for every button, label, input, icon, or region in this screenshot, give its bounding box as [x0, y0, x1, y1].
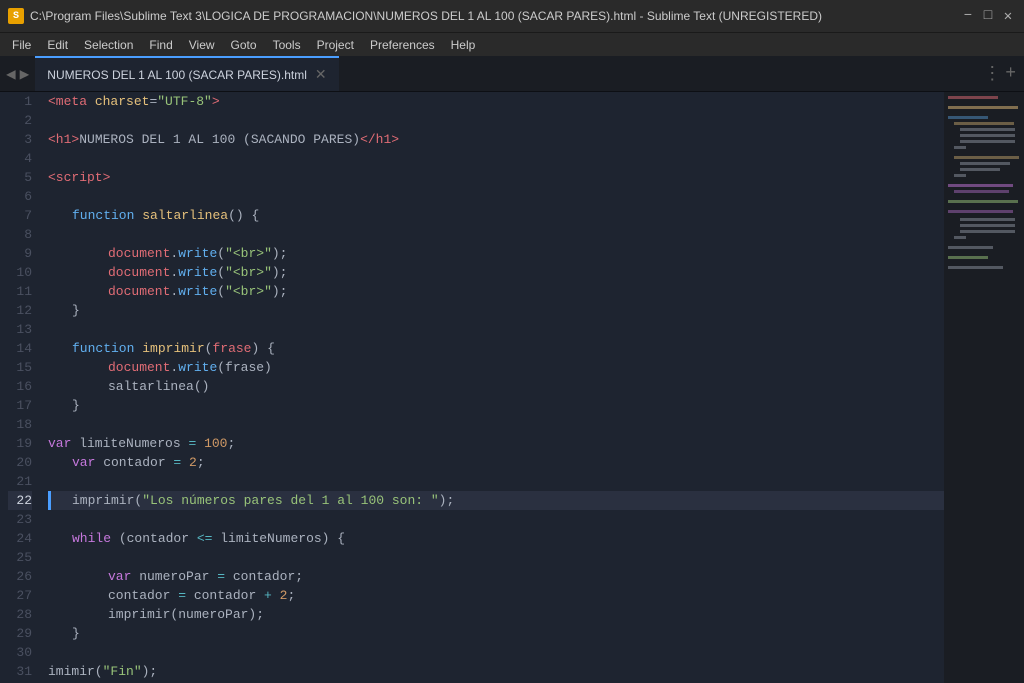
titlebar-controls: − □ ✕	[960, 8, 1016, 24]
line-num-4: 4	[8, 149, 32, 168]
code-line-14: function imprimir(frase) {	[48, 339, 944, 358]
code-line-23	[48, 510, 944, 529]
code-line-6	[48, 187, 944, 206]
close-button[interactable]: ✕	[1000, 8, 1016, 24]
line-num-3: 3	[8, 130, 32, 149]
tab-nav-forward[interactable]: ▶	[18, 64, 32, 84]
line-num-26: 26	[8, 567, 32, 586]
line-num-7: 7	[8, 206, 32, 225]
tab-options-button[interactable]: +	[1005, 64, 1016, 84]
code-line-3: <h1>NUMEROS DEL 1 AL 100 (SACANDO PARES)…	[48, 130, 944, 149]
code-line-8	[48, 225, 944, 244]
main-content: 1 2 3 4 5 6 7 8 9 10 11 12 13 14 15 16 1…	[0, 92, 1024, 683]
active-tab[interactable]: NUMEROS DEL 1 AL 100 (SACAR PARES).html …	[35, 56, 338, 91]
line-num-13: 13	[8, 320, 32, 339]
line-num-2: 2	[8, 111, 32, 130]
code-line-2	[48, 111, 944, 130]
line-num-16: 16	[8, 377, 32, 396]
line-num-15: 15	[8, 358, 32, 377]
code-line-9: document.write("<br>");	[48, 244, 944, 263]
code-line-29: }	[48, 624, 944, 643]
line-num-17: 17	[8, 396, 32, 415]
titlebar-left: S C:\Program Files\Sublime Text 3\LOGICA…	[8, 8, 822, 24]
line-num-23: 23	[8, 510, 32, 529]
tab-add-button[interactable]: ⋮	[983, 63, 1001, 85]
app-icon: S	[8, 8, 24, 24]
menu-edit[interactable]: Edit	[39, 36, 76, 54]
code-line-21	[48, 472, 944, 491]
line-num-11: 11	[8, 282, 32, 301]
tabbar-nav: ◀ ▶	[0, 56, 35, 91]
code-line-17: }	[48, 396, 944, 415]
code-line-22: imprimir("Los números pares del 1 al 100…	[48, 491, 944, 510]
code-line-30	[48, 643, 944, 662]
line-num-12: 12	[8, 301, 32, 320]
line-num-19: 19	[8, 434, 32, 453]
line-num-10: 10	[8, 263, 32, 282]
menubar: File Edit Selection Find View Goto Tools…	[0, 32, 1024, 56]
code-line-15: document.write(frase)	[48, 358, 944, 377]
menu-goto[interactable]: Goto	[223, 36, 265, 54]
line-num-31: 31	[8, 662, 32, 681]
code-line-13	[48, 320, 944, 339]
minimap	[944, 92, 1024, 683]
code-line-1: <meta charset="UTF-8">	[48, 92, 944, 111]
code-line-31: imimir("Fin");	[48, 662, 944, 681]
menu-tools[interactable]: Tools	[265, 36, 309, 54]
line-num-8: 8	[8, 225, 32, 244]
code-line-12: }	[48, 301, 944, 320]
code-line-4	[48, 149, 944, 168]
code-line-28: imprimir(numeroPar);	[48, 605, 944, 624]
line-num-22: 22	[8, 491, 32, 510]
maximize-button[interactable]: □	[980, 8, 996, 24]
code-line-11: document.write("<br>");	[48, 282, 944, 301]
code-line-25	[48, 548, 944, 567]
line-numbers: 1 2 3 4 5 6 7 8 9 10 11 12 13 14 15 16 1…	[0, 92, 44, 683]
titlebar: S C:\Program Files\Sublime Text 3\LOGICA…	[0, 0, 1024, 32]
code-line-18	[48, 415, 944, 434]
line-num-30: 30	[8, 643, 32, 662]
tabbar: ◀ ▶ NUMEROS DEL 1 AL 100 (SACAR PARES).h…	[0, 56, 1024, 92]
code-line-27: contador = contador + 2;	[48, 586, 944, 605]
line-num-5: 5	[8, 168, 32, 187]
code-editor[interactable]: <meta charset="UTF-8"> <h1>NUMEROS DEL 1…	[44, 92, 944, 683]
menu-project[interactable]: Project	[309, 36, 362, 54]
tab-close-button[interactable]: ✕	[315, 66, 327, 83]
code-line-16: saltarlinea()	[48, 377, 944, 396]
menu-view[interactable]: View	[181, 36, 223, 54]
line-num-28: 28	[8, 605, 32, 624]
minimize-button[interactable]: −	[960, 8, 976, 24]
code-line-5: <script>	[48, 168, 944, 187]
line-num-20: 20	[8, 453, 32, 472]
menu-selection[interactable]: Selection	[76, 36, 141, 54]
line-num-25: 25	[8, 548, 32, 567]
line-num-9: 9	[8, 244, 32, 263]
menu-find[interactable]: Find	[141, 36, 180, 54]
code-line-20: var contador = 2;	[48, 453, 944, 472]
menu-file[interactable]: File	[4, 36, 39, 54]
minimap-svg	[944, 92, 1024, 683]
tabbar-right: ⋮ +	[983, 56, 1024, 91]
line-num-14: 14	[8, 339, 32, 358]
tab-label: NUMEROS DEL 1 AL 100 (SACAR PARES).html	[47, 68, 307, 82]
line-num-29: 29	[8, 624, 32, 643]
code-line-19: var limiteNumeros = 100;	[48, 434, 944, 453]
line-num-27: 27	[8, 586, 32, 605]
code-line-10: document.write("<br>");	[48, 263, 944, 282]
line-num-24: 24	[8, 529, 32, 548]
line-num-21: 21	[8, 472, 32, 491]
line-num-1: 1	[8, 92, 32, 111]
titlebar-title: C:\Program Files\Sublime Text 3\LOGICA D…	[30, 9, 822, 23]
line-num-18: 18	[8, 415, 32, 434]
menu-preferences[interactable]: Preferences	[362, 36, 443, 54]
code-line-24: while (contador <= limiteNumeros) {	[48, 529, 944, 548]
code-line-26: var numeroPar = contador;	[48, 567, 944, 586]
menu-help[interactable]: Help	[443, 36, 484, 54]
tab-nav-back[interactable]: ◀	[4, 64, 18, 84]
line-num-6: 6	[8, 187, 32, 206]
code-line-7: function saltarlinea() {	[48, 206, 944, 225]
